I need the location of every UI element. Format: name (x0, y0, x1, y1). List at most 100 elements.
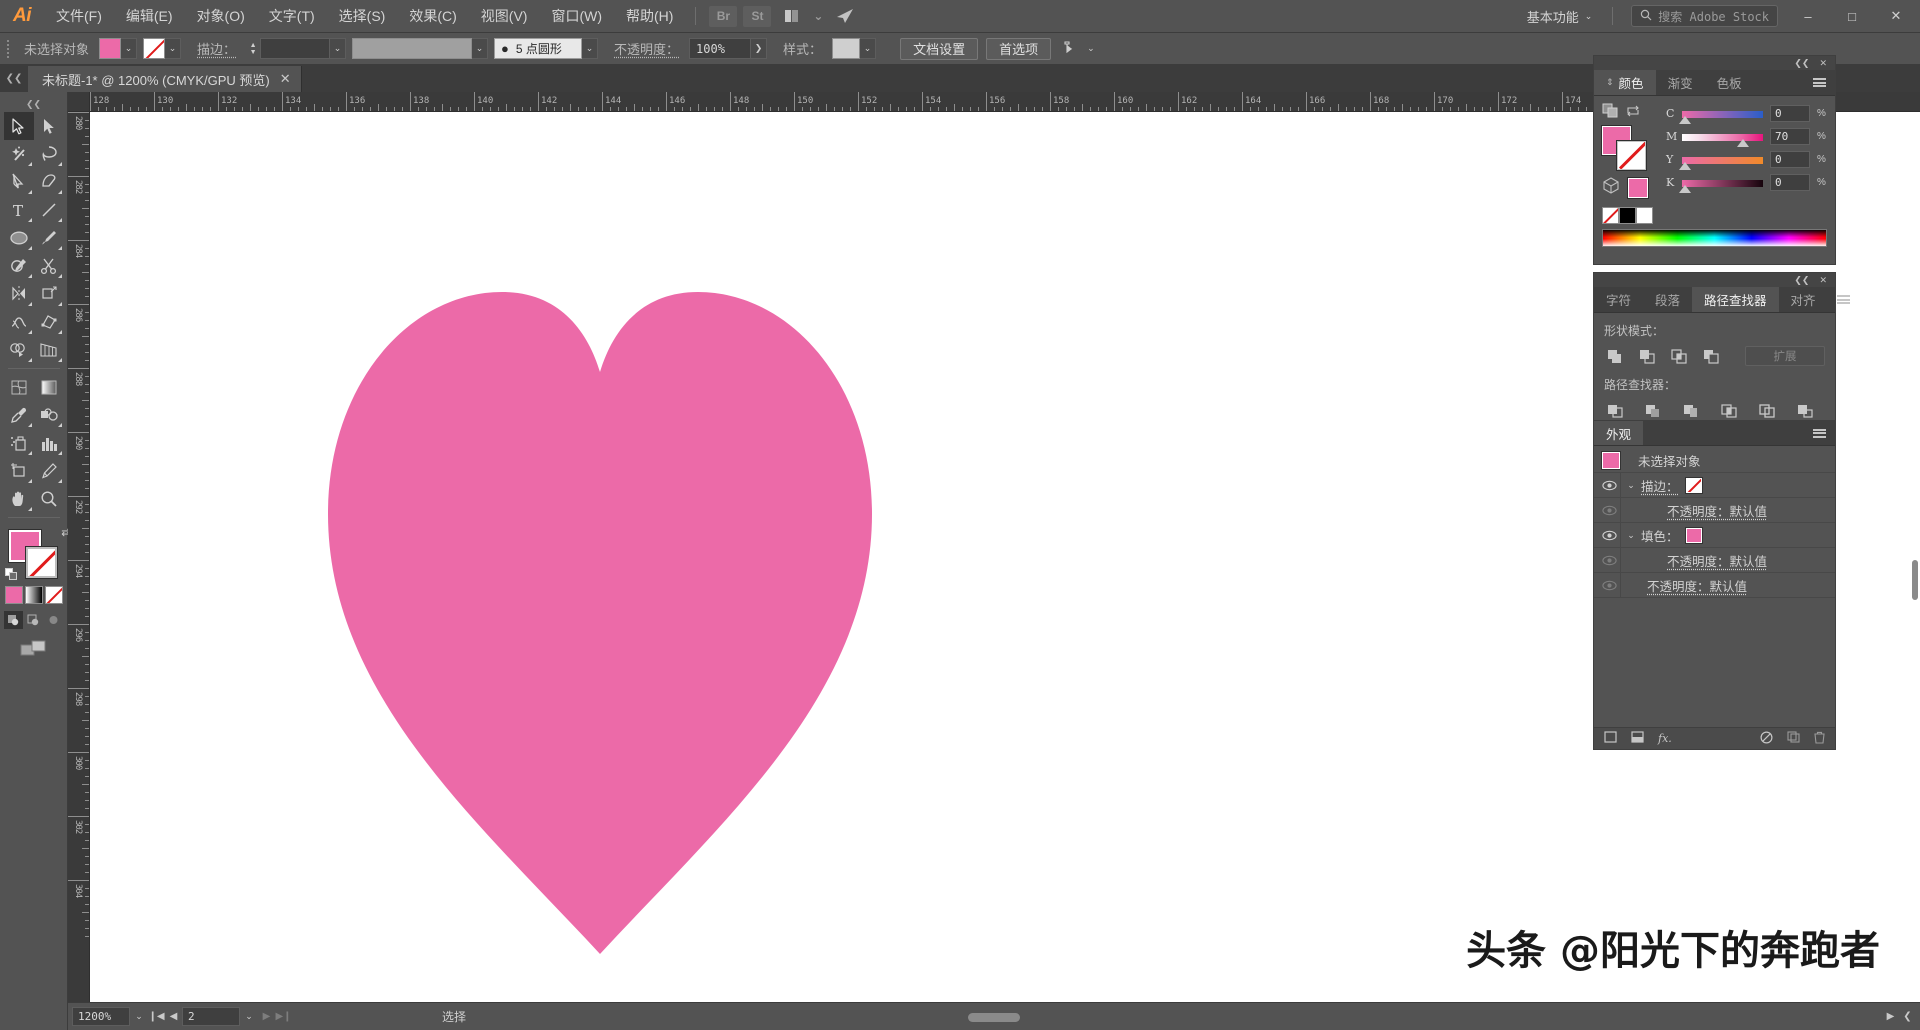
slider-y-input[interactable]: 0 (1770, 151, 1810, 168)
tab-color[interactable]: ⇕ 颜色 (1594, 70, 1656, 95)
tab-gradient[interactable]: 渐变 (1656, 70, 1705, 95)
document-tab[interactable]: 未标题-1* @ 1200% (CMYK/GPU 预览) ✕ (28, 66, 302, 92)
color-fill-stroke-proxy[interactable] (1602, 126, 1648, 170)
collapse-icon[interactable]: ❮❮ (1794, 275, 1809, 286)
add-new-fill-icon[interactable] (1631, 731, 1644, 746)
pen-tool[interactable] (4, 168, 34, 196)
appearance-stroke-opacity-label[interactable]: 不透明度：默认值 (1667, 501, 1767, 520)
minimize-button[interactable]: – (1786, 0, 1830, 33)
status-menu-icon[interactable]: ▶ (1882, 1007, 1899, 1026)
minus-front-button[interactable] (1636, 346, 1658, 366)
opacity-expand-icon[interactable]: ❯ (751, 38, 767, 59)
stroke-chevron-down-icon[interactable]: ⌄ (165, 38, 181, 59)
toolbar-collapse-icon[interactable]: ❮❮ (0, 98, 68, 110)
clear-appearance-icon[interactable] (1760, 731, 1773, 747)
slider-m-input[interactable]: 70 (1770, 128, 1810, 145)
first-artboard-icon[interactable]: ❙◀ (148, 1007, 165, 1026)
appearance-opacity-label[interactable]: 不透明度：默认值 (1647, 576, 1747, 595)
menu-select[interactable]: 选择(S) (327, 0, 398, 33)
visibility-eye-icon[interactable] (1598, 555, 1620, 566)
pathfinder-panel-menu-icon[interactable] (1828, 287, 1859, 312)
color-panel-menu-icon[interactable] (1804, 70, 1835, 95)
appearance-fill-swatch[interactable] (1686, 528, 1702, 543)
shaper-tool[interactable] (4, 252, 34, 280)
slider-k-thumb[interactable] (1679, 185, 1691, 193)
stroke-color-control[interactable]: ⌄ (143, 38, 181, 59)
appearance-fill-opacity-row[interactable]: 不透明度：默认值 (1594, 548, 1835, 573)
menu-object[interactable]: 对象(O) (185, 0, 257, 33)
merge-button[interactable] (1680, 400, 1702, 420)
appearance-panel-menu-icon[interactable] (1804, 421, 1835, 445)
selection-tool[interactable] (4, 112, 34, 140)
slider-m-thumb[interactable] (1737, 139, 1749, 147)
none-swatch[interactable] (1602, 207, 1619, 224)
status-expand-icon[interactable]: ❮ (1899, 1007, 1916, 1026)
direct-selection-tool[interactable] (34, 112, 64, 140)
slider-y-track[interactable] (1682, 156, 1763, 164)
swap-fill-stroke-icon[interactable] (1625, 104, 1641, 120)
gradient-button[interactable] (25, 586, 43, 604)
mesh-tool[interactable] (4, 373, 34, 401)
slider-k-input[interactable]: 0 (1770, 174, 1810, 191)
select-similar-options-icon[interactable] (1059, 40, 1083, 57)
tab-paragraph[interactable]: 段落 (1643, 287, 1692, 312)
slider-y[interactable]: Y 0 % (1666, 151, 1827, 168)
shape-builder-tool[interactable] (4, 336, 34, 364)
scissors-tool[interactable] (34, 252, 64, 280)
control-bar-grip[interactable] (4, 39, 14, 59)
none-button[interactable] (45, 586, 63, 604)
last-artboard-icon[interactable]: ▶❙ (275, 1007, 292, 1026)
stroke-weight-label[interactable]: 描边： (187, 39, 246, 58)
slider-k[interactable]: K 0 % (1666, 174, 1827, 191)
stroke-swatch[interactable] (143, 38, 165, 59)
fill-color-control[interactable]: ⌄ (99, 38, 137, 59)
document-setup-button[interactable]: 文档设置 (900, 38, 978, 60)
stroke-weight-stepper[interactable]: ▲▼ (246, 38, 260, 59)
opacity-input[interactable]: 100% (689, 38, 751, 59)
slider-c-track[interactable] (1682, 110, 1763, 118)
stroke-weight-chevron-down-icon[interactable]: ⌄ (330, 38, 346, 59)
free-transform-tool[interactable] (34, 308, 64, 336)
exclude-button[interactable] (1700, 346, 1722, 366)
color-stroke-swatch[interactable] (1617, 141, 1646, 170)
slice-tool[interactable] (34, 457, 64, 485)
menu-effect[interactable]: 效果(C) (397, 0, 468, 33)
appearance-stroke-swatch[interactable] (1686, 478, 1702, 493)
select-similar-chevron-down-icon[interactable]: ⌄ (1083, 43, 1099, 54)
column-graph-tool[interactable] (34, 429, 64, 457)
slider-k-track[interactable] (1682, 179, 1763, 187)
magic-wand-tool[interactable] (4, 140, 34, 168)
slider-m[interactable]: M 70 % (1666, 128, 1827, 145)
delete-item-icon[interactable] (1814, 731, 1825, 747)
color-current-swatch[interactable] (1628, 178, 1648, 198)
white-swatch[interactable] (1636, 207, 1653, 224)
zoom-tool[interactable] (34, 485, 64, 513)
slider-y-thumb[interactable] (1679, 162, 1691, 170)
arrange-chevron-down-icon[interactable]: ⌄ (811, 6, 825, 27)
screen-mode-icon[interactable] (20, 639, 48, 662)
appearance-target-row[interactable]: 未选择对象 (1594, 448, 1835, 473)
fill-stroke-proxy-icon[interactable] (1602, 103, 1619, 121)
opacity-label[interactable]: 不透明度： (604, 39, 689, 58)
vertical-scrollbar-thumb[interactable] (1912, 560, 1918, 600)
width-profile-chevron-down-icon[interactable]: ⌄ (472, 38, 488, 59)
stock-icon[interactable]: St (743, 6, 771, 27)
tab-character[interactable]: 字符 (1594, 287, 1643, 312)
expand-chevron-down-icon[interactable]: ⌄ (1621, 480, 1641, 491)
brush-definition-control[interactable]: ● 5 点圆形 ⌄ (494, 38, 598, 59)
zoom-chevron-down-icon[interactable]: ⌄ (130, 1007, 148, 1026)
appearance-fill-opacity-label[interactable]: 不透明度：默认值 (1667, 551, 1767, 570)
add-new-stroke-icon[interactable] (1604, 731, 1617, 746)
stock-search-input[interactable]: 搜索 Adobe Stock (1631, 5, 1778, 27)
menu-help[interactable]: 帮助(H) (614, 0, 685, 33)
maximize-button[interactable]: □ (1830, 0, 1874, 33)
tab-swatches[interactable]: 色板 (1705, 70, 1754, 95)
artboard-tool[interactable] (4, 457, 34, 485)
add-new-effect-icon[interactable]: fx. (1658, 732, 1672, 745)
slider-m-track[interactable] (1682, 133, 1763, 141)
menu-view[interactable]: 视图(V) (469, 0, 540, 33)
visibility-eye-icon[interactable] (1598, 530, 1620, 541)
horizontal-scrollbar-thumb[interactable] (968, 1013, 1020, 1022)
variable-width-control[interactable]: ⌄ (352, 38, 488, 59)
scale-tool[interactable] (34, 280, 64, 308)
